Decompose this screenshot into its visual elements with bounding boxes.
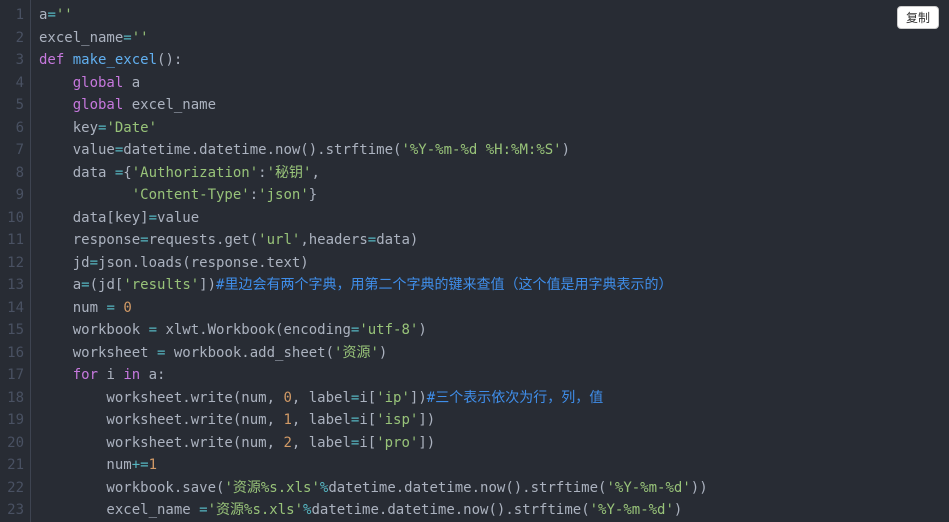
line-number: 19 — [0, 409, 30, 432]
line-number: 20 — [0, 432, 30, 455]
line-number: 14 — [0, 297, 30, 320]
code-line: data[key]=value — [39, 207, 949, 230]
code-line: a=(jd['results'])#里边会有两个字典，用第二个字典的键来查值（这… — [39, 274, 949, 297]
line-gutter: 1234567891011121314151617181920212223 — [0, 0, 31, 522]
line-number: 6 — [0, 117, 30, 140]
line-number: 10 — [0, 207, 30, 230]
line-number: 23 — [0, 499, 30, 522]
code-line: num = 0 — [39, 297, 949, 320]
code-wrap: 1234567891011121314151617181920212223 a=… — [0, 0, 949, 522]
line-number: 2 — [0, 27, 30, 50]
line-number: 7 — [0, 139, 30, 162]
code-line: data ={'Authorization':'秘钥', — [39, 162, 949, 185]
line-number: 3 — [0, 49, 30, 72]
code-block: 复制 1234567891011121314151617181920212223… — [0, 0, 949, 522]
line-number: 11 — [0, 229, 30, 252]
line-number: 8 — [0, 162, 30, 185]
line-number: 9 — [0, 184, 30, 207]
code-line: workbook = xlwt.Workbook(encoding='utf-8… — [39, 319, 949, 342]
code-line: workbook.save('资源%s.xls'%datetime.dateti… — [39, 477, 949, 500]
code-line: value=datetime.datetime.now().strftime('… — [39, 139, 949, 162]
code-line: excel_name='' — [39, 27, 949, 50]
line-number: 13 — [0, 274, 30, 297]
code-line: global excel_name — [39, 94, 949, 117]
code-line: key='Date' — [39, 117, 949, 140]
code-line: num+=1 — [39, 454, 949, 477]
line-number: 4 — [0, 72, 30, 95]
code-line: worksheet.write(num, 2, label=i['pro']) — [39, 432, 949, 455]
code-line: 'Content-Type':'json'} — [39, 184, 949, 207]
code-line: def make_excel(): — [39, 49, 949, 72]
code-area[interactable]: a=''excel_name=''def make_excel(): globa… — [31, 0, 949, 522]
code-line: response=requests.get('url',headers=data… — [39, 229, 949, 252]
copy-button[interactable]: 复制 — [897, 6, 939, 29]
code-line: jd=json.loads(response.text) — [39, 252, 949, 275]
code-line: excel_name ='资源%s.xls'%datetime.datetime… — [39, 499, 949, 522]
code-line: a='' — [39, 4, 949, 27]
code-line: worksheet = workbook.add_sheet('资源') — [39, 342, 949, 365]
line-number: 16 — [0, 342, 30, 365]
code-line: for i in a: — [39, 364, 949, 387]
line-number: 5 — [0, 94, 30, 117]
line-number: 1 — [0, 4, 30, 27]
line-number: 15 — [0, 319, 30, 342]
line-number: 17 — [0, 364, 30, 387]
code-line: global a — [39, 72, 949, 95]
code-line: worksheet.write(num, 0, label=i['ip'])#三… — [39, 387, 949, 410]
line-number: 21 — [0, 454, 30, 477]
line-number: 22 — [0, 477, 30, 500]
line-number: 12 — [0, 252, 30, 275]
code-line: worksheet.write(num, 1, label=i['isp']) — [39, 409, 949, 432]
line-number: 18 — [0, 387, 30, 410]
